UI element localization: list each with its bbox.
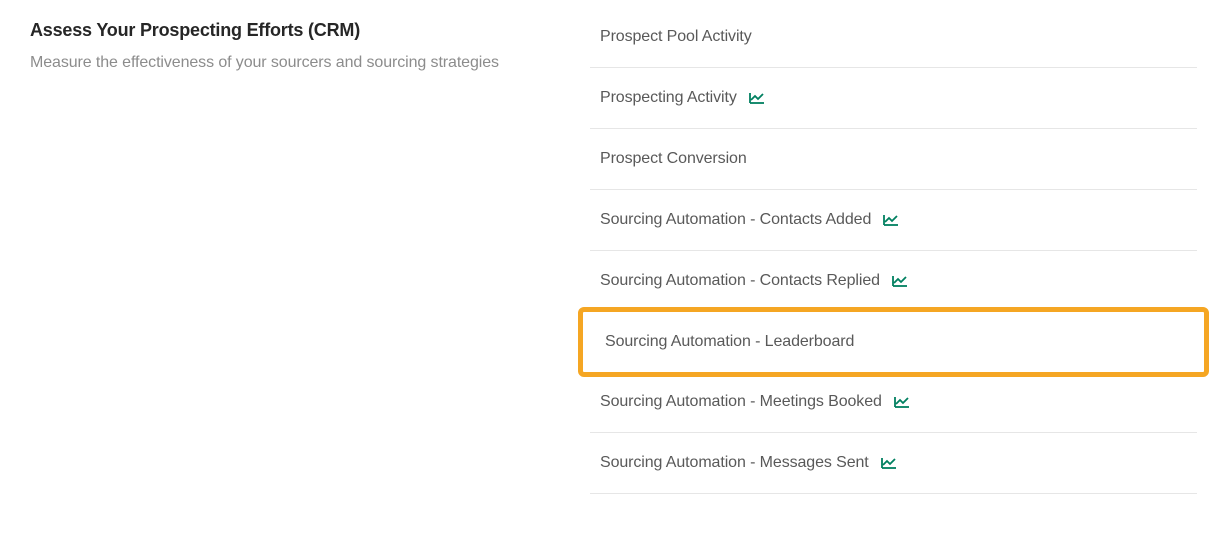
report-list-panel: Prospect Pool Activity Prospecting Activ…	[590, 20, 1197, 524]
report-label: Prospecting Activity	[600, 89, 737, 107]
report-item-prospect-conversion[interactable]: Prospect Conversion	[590, 129, 1197, 190]
report-label: Sourcing Automation - Contacts Added	[600, 211, 871, 229]
chart-icon	[881, 457, 897, 469]
report-item-sourcing-automation-messages-sent[interactable]: Sourcing Automation - Messages Sent	[590, 433, 1197, 494]
chart-icon	[894, 396, 910, 408]
report-item-sourcing-automation-contacts-added[interactable]: Sourcing Automation - Contacts Added	[590, 190, 1197, 251]
report-label: Sourcing Automation - Messages Sent	[600, 454, 869, 472]
report-item-prospect-pool-activity[interactable]: Prospect Pool Activity	[590, 20, 1197, 68]
section-description: Measure the effectiveness of your source…	[30, 51, 550, 76]
report-label: Prospect Pool Activity	[600, 28, 752, 46]
report-item-sourcing-automation-meetings-booked[interactable]: Sourcing Automation - Meetings Booked	[590, 372, 1197, 433]
report-label: Prospect Conversion	[600, 150, 747, 168]
report-label: Sourcing Automation - Leaderboard	[605, 333, 854, 351]
report-label: Sourcing Automation - Meetings Booked	[600, 393, 882, 411]
section-info-panel: Assess Your Prospecting Efforts (CRM) Me…	[30, 20, 590, 524]
chart-icon	[892, 275, 908, 287]
chart-icon	[883, 214, 899, 226]
report-list: Prospect Pool Activity Prospecting Activ…	[590, 20, 1197, 494]
report-item-sourcing-automation-contacts-replied[interactable]: Sourcing Automation - Contacts Replied	[590, 251, 1197, 312]
section-title: Assess Your Prospecting Efforts (CRM)	[30, 20, 550, 41]
chart-icon	[749, 92, 765, 104]
report-item-sourcing-automation-leaderboard[interactable]: Sourcing Automation - Leaderboard	[578, 307, 1209, 377]
report-item-prospecting-activity[interactable]: Prospecting Activity	[590, 68, 1197, 129]
report-label: Sourcing Automation - Contacts Replied	[600, 272, 880, 290]
